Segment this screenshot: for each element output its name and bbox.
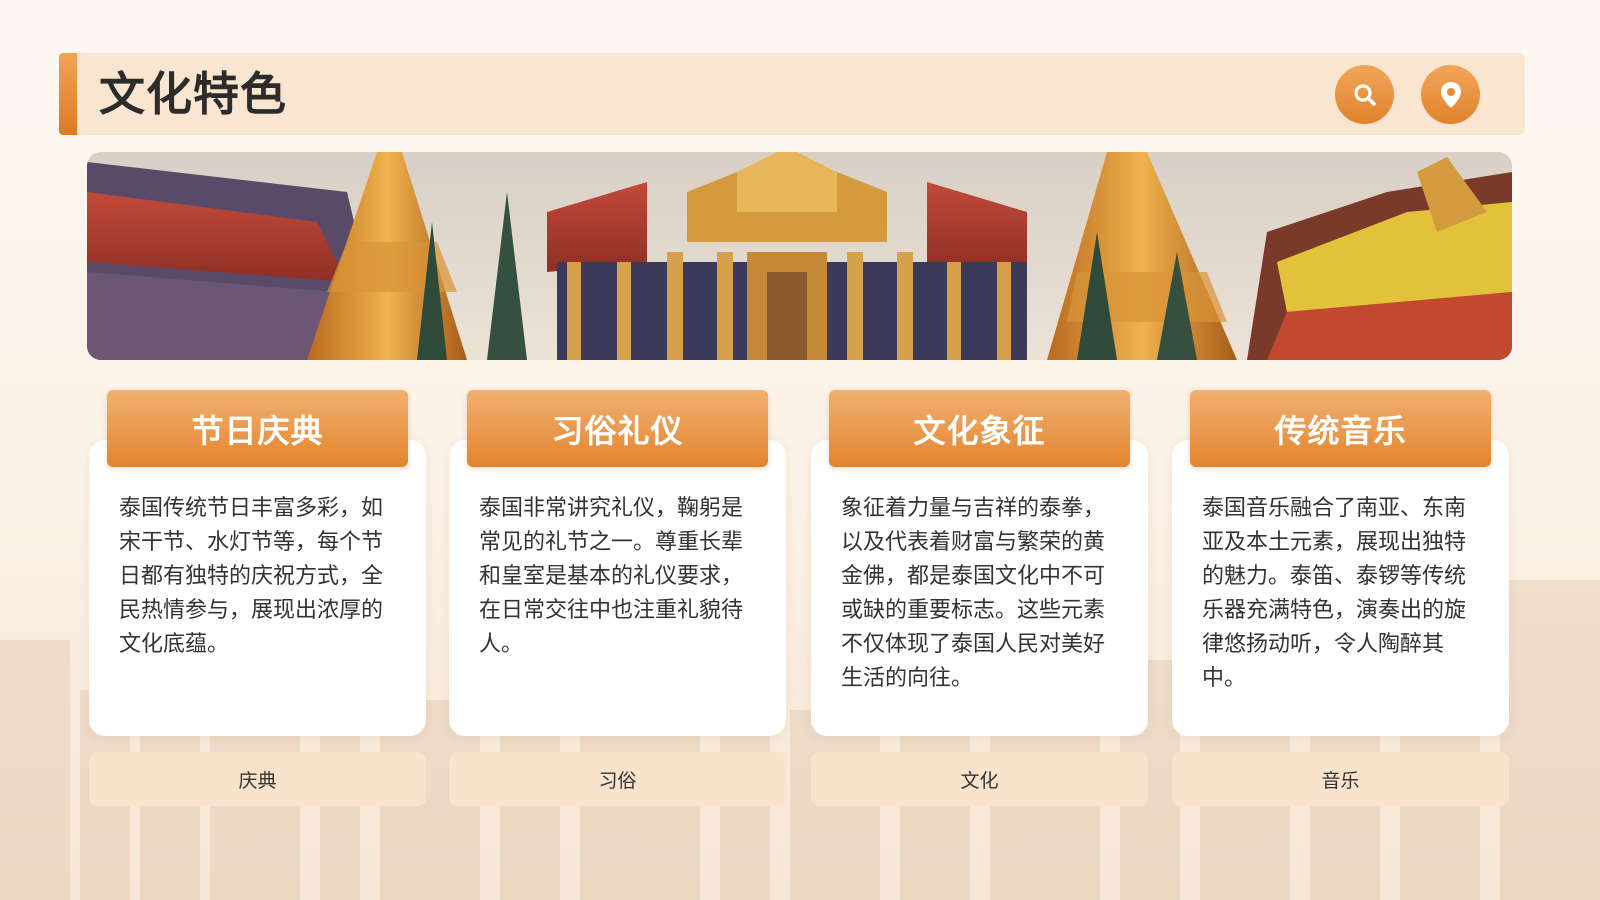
card-music: 泰国音乐融合了南亚、东南亚及本土元素，展现出独特的魅力。泰笛、泰锣等传统乐器充满…: [1172, 440, 1509, 736]
search-button[interactable]: [1335, 65, 1394, 124]
header-accent-bar: [59, 53, 77, 135]
page-title: 文化特色: [99, 67, 287, 121]
card-music-title: 传统音乐: [1190, 390, 1491, 467]
search-icon: [1353, 83, 1376, 106]
card-customs-title: 习俗礼仪: [467, 390, 768, 467]
tag-music[interactable]: 音乐: [1172, 752, 1509, 806]
tag-customs[interactable]: 习俗: [449, 752, 786, 806]
card-music-text: 泰国音乐融合了南亚、东南亚及本土元素，展现出独特的魅力。泰笛、泰锣等传统乐器充满…: [1202, 496, 1467, 691]
card-festivals: 泰国传统节日丰富多彩，如宋干节、水灯节等，每个节日都有独特的庆祝方式，全民热情参…: [89, 440, 426, 736]
card-festivals-text: 泰国传统节日丰富多彩，如宋干节、水灯节等，每个节日都有独特的庆祝方式，全民热情参…: [119, 496, 384, 657]
card-festivals-title: 节日庆典: [107, 390, 408, 467]
tag-festivals[interactable]: 庆典: [89, 752, 426, 806]
location-pin-icon: [1440, 81, 1461, 108]
card-symbols-title: 文化象征: [829, 390, 1130, 467]
header-bar: 文化特色: [59, 53, 1525, 135]
tag-symbols[interactable]: 文化: [811, 752, 1148, 806]
temple-banner-image: [87, 152, 1512, 360]
location-button[interactable]: [1421, 65, 1480, 124]
card-customs: 泰国非常讲究礼仪，鞠躬是常见的礼节之一。尊重长辈和皇室是基本的礼仪要求，在日常交…: [449, 440, 786, 736]
card-symbols: 象征着力量与吉祥的泰拳，以及代表着财富与繁荣的黄金佛，都是泰国文化中不可或缺的重…: [811, 440, 1148, 736]
card-symbols-text: 象征着力量与吉祥的泰拳，以及代表着财富与繁荣的黄金佛，都是泰国文化中不可或缺的重…: [841, 496, 1106, 691]
card-customs-text: 泰国非常讲究礼仪，鞠躬是常见的礼节之一。尊重长辈和皇室是基本的礼仪要求，在日常交…: [479, 496, 744, 657]
